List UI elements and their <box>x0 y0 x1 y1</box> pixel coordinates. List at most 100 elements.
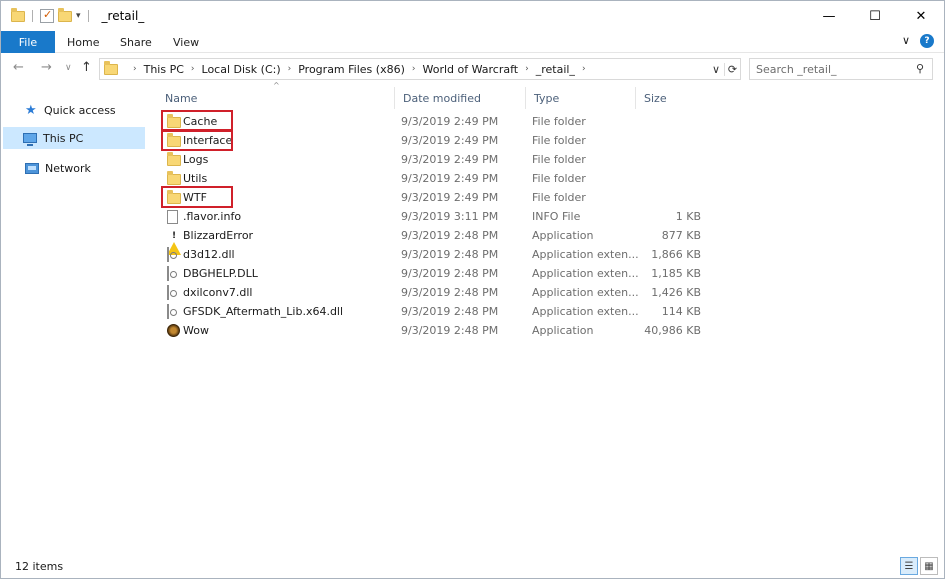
breadcrumb-retail[interactable]: _retail_ <box>536 63 575 76</box>
search-icon[interactable]: ⚲ <box>916 62 924 75</box>
navigation-pane: ★ Quick access This PC Network <box>1 87 151 547</box>
help-icon[interactable]: ? <box>920 34 934 48</box>
star-icon: ★ <box>25 102 37 118</box>
breadcrumb-local-disk[interactable]: Local Disk (C:) <box>202 63 281 76</box>
file-type: INFO File <box>532 210 581 223</box>
file-name: BlizzardError <box>183 229 254 242</box>
address-bar[interactable]: › This PC › Local Disk (C:) › Program Fi… <box>99 58 741 80</box>
sort-ascending-icon: ^ <box>273 81 280 90</box>
expand-ribbon-icon[interactable]: ∨ <box>902 34 910 48</box>
file-name: DBGHELP.DLL <box>183 267 258 280</box>
item-count: 12 items <box>15 560 64 573</box>
details-view-icon[interactable]: ☰ <box>900 557 918 575</box>
sidebar-item-label: This PC <box>43 131 84 145</box>
table-row[interactable]: Interface 9/3/2019 2:49 PM File folder <box>157 131 717 150</box>
table-row[interactable]: .flavor.info 9/3/2019 3:11 PM INFO File 1 K… <box>157 207 717 226</box>
file-tab[interactable]: File <box>1 31 55 53</box>
chevron-right-icon[interactable]: › <box>133 64 137 74</box>
file-date-modified: 9/3/2019 2:49 PM <box>401 191 499 204</box>
chevron-right-icon[interactable]: › <box>412 64 416 74</box>
file-type: File folder <box>532 191 586 204</box>
title-bar: ▾ _retail_ — ☐ ✕ <box>1 1 944 31</box>
file-type: File folder <box>532 134 586 147</box>
breadcrumb-this-pc[interactable]: This PC <box>144 63 184 76</box>
column-header-name[interactable]: ^ Name <box>157 81 395 109</box>
file-date-modified: 9/3/2019 2:48 PM <box>401 248 499 261</box>
table-row[interactable]: Utils 9/3/2019 2:49 PM File folder <box>157 169 717 188</box>
folder-icon <box>167 171 181 185</box>
toolbar-separator <box>32 10 33 22</box>
window-title: _retail_ <box>101 9 145 23</box>
breadcrumb-world-of-warcraft[interactable]: World of Warcraft <box>422 63 518 76</box>
file-date-modified: 9/3/2019 2:48 PM <box>401 324 499 337</box>
table-row[interactable]: BlizzardError 9/3/2019 2:48 PM Application… <box>157 226 717 255</box>
file-type: Application <box>532 324 594 337</box>
address-history-dropdown-icon[interactable]: ∨ <box>708 63 724 76</box>
file-list: ^ Name Date modified Type Size Cache 9/3/… <box>157 81 944 547</box>
file-date-modified: 9/3/2019 2:48 PM <box>401 286 499 299</box>
sidebar-item-this-pc[interactable]: This PC <box>3 127 145 149</box>
column-header-type[interactable]: Type <box>526 87 636 109</box>
large-icons-view-icon[interactable]: ▦ <box>920 557 938 575</box>
file-date-modified: 9/3/2019 3:11 PM <box>401 210 499 223</box>
status-bar: 12 items ☰ ▦ <box>1 556 944 578</box>
chevron-right-icon[interactable]: › <box>191 64 195 74</box>
close-button[interactable]: ✕ <box>898 1 944 31</box>
file-size: 40,986 KB <box>644 324 701 337</box>
tab-home[interactable]: Home <box>67 31 99 53</box>
tab-share[interactable]: Share <box>120 31 152 53</box>
file-date-modified: 9/3/2019 2:48 PM <box>401 305 499 318</box>
toolbar-separator <box>87 10 89 22</box>
file-date-modified: 9/3/2019 2:49 PM <box>401 153 499 166</box>
network-icon <box>25 162 39 174</box>
table-row[interactable]: dxilconv7.dll 9/3/2019 2:48 PM Application… <box>157 283 717 302</box>
file-size: 1 KB <box>675 210 701 223</box>
table-row[interactable]: DBGHELP.DLL 9/3/2019 2:48 PM Application e… <box>157 264 717 283</box>
file-type: File folder <box>532 153 586 166</box>
chevron-right-icon[interactable]: › <box>525 64 529 74</box>
table-row[interactable]: WTF 9/3/2019 2:49 PM File folder <box>157 188 717 207</box>
ribbon-right-controls: ∨ ? <box>902 34 934 48</box>
dll-icon <box>167 285 169 300</box>
sidebar-item-label: Network <box>45 161 91 175</box>
folder-icon <box>11 7 25 22</box>
column-header-size[interactable]: Size <box>636 87 706 109</box>
refresh-icon[interactable]: ⟳ <box>724 62 740 76</box>
file-name: .flavor.info <box>183 210 242 223</box>
file-date-modified: 9/3/2019 2:48 PM <box>401 229 499 242</box>
sidebar-item-quick-access[interactable]: ★ Quick access <box>5 99 145 121</box>
maximize-button[interactable]: ☐ <box>852 1 898 31</box>
highlight-box <box>161 129 233 151</box>
navigation-bar: ← → ∨ ↑ › This PC › Local Disk (C:) › Pr… <box>1 55 944 83</box>
file-name: Wow <box>183 324 209 337</box>
tab-view[interactable]: View <box>173 31 199 53</box>
file-size: 877 KB <box>661 229 701 242</box>
chevron-right-icon[interactable]: › <box>288 64 292 74</box>
file-name: d3d12.dll <box>183 248 235 261</box>
table-row[interactable]: GFSDK_Aftermath_Lib.x64.dll 9/3/2019 2:48… <box>157 302 717 321</box>
breadcrumb-program-files[interactable]: Program Files (x86) <box>298 63 405 76</box>
table-row[interactable]: Cache 9/3/2019 2:49 PM File folder <box>157 112 717 131</box>
file-date-modified: 9/3/2019 2:49 PM <box>401 134 499 147</box>
table-row[interactable]: d3d12.dll 9/3/2019 2:48 PM Application ext… <box>157 245 717 264</box>
forward-button[interactable]: → <box>41 60 52 75</box>
recent-locations-button[interactable]: ∨ <box>65 63 72 73</box>
file-type: Application exten... <box>532 248 639 261</box>
up-button[interactable]: ↑ <box>81 60 92 75</box>
file-name: dxilconv7.dll <box>183 286 253 299</box>
new-folder-icon[interactable] <box>58 7 72 22</box>
minimize-button[interactable]: — <box>806 1 852 31</box>
chevron-right-icon[interactable]: › <box>582 64 586 74</box>
search-input[interactable]: Search _retail_ ⚲ <box>749 58 933 80</box>
back-button[interactable]: ← <box>13 60 24 75</box>
file-name: GFSDK_Aftermath_Lib.x64.dll <box>183 305 344 318</box>
table-row[interactable]: Wow 9/3/2019 2:48 PM Application 40,986 KB <box>157 321 717 340</box>
properties-icon[interactable] <box>40 8 54 23</box>
customize-toolbar-dropdown-icon[interactable]: ▾ <box>76 11 81 21</box>
sidebar-item-network[interactable]: Network <box>5 157 145 179</box>
dll-icon <box>167 304 169 319</box>
file-type: Application exten... <box>532 267 639 280</box>
column-header-date[interactable]: Date modified <box>395 87 526 109</box>
table-row[interactable]: Logs 9/3/2019 2:49 PM File folder <box>157 150 717 169</box>
file-size: 1,426 KB <box>651 286 701 299</box>
